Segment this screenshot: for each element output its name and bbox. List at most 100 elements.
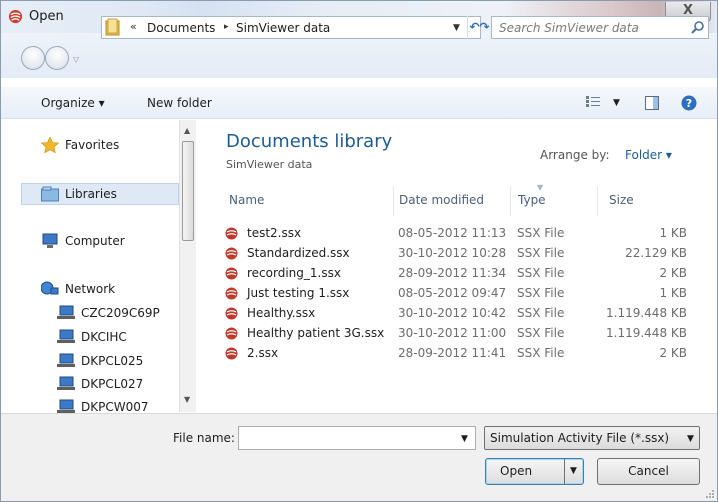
cancel-button-label: Cancel xyxy=(628,464,669,478)
open-dropdown-icon[interactable]: ▼ xyxy=(570,459,577,484)
scroll-up-icon[interactable]: ▲ xyxy=(184,126,190,135)
refresh-icon: ↶↷ xyxy=(469,20,490,34)
svg-text:?: ? xyxy=(686,97,692,110)
network-computer-icon xyxy=(57,376,75,390)
file-type-dropdown-icon[interactable]: ▼ xyxy=(687,434,694,444)
file-row[interactable]: Standardized.ssx 30-10-2012 10:28 SSX File… xyxy=(219,243,709,263)
column-divider[interactable] xyxy=(510,186,511,216)
sort-indicator-icon: ▼ xyxy=(537,183,544,192)
column-header-size[interactable]: Size xyxy=(609,193,634,207)
ssx-file-icon xyxy=(225,267,238,280)
network-icon xyxy=(41,281,59,295)
refresh-button[interactable]: ↶↷ xyxy=(467,16,491,39)
column-divider[interactable] xyxy=(597,186,598,216)
file-type: SSX File xyxy=(517,306,565,320)
view-options-icon[interactable] xyxy=(586,96,600,108)
arrange-by-dropdown[interactable]: Folder ▾ xyxy=(625,148,672,162)
libraries-icon xyxy=(41,186,59,202)
file-row[interactable]: Just testing 1.ssx 08-05-2012 09:47 SSX Fi… xyxy=(219,283,709,303)
network-computer-icon xyxy=(57,305,75,319)
file-name: Just testing 1.ssx xyxy=(247,286,350,300)
ssx-file-icon xyxy=(225,347,238,360)
file-name: Healthy patient 3G.ssx xyxy=(247,326,385,340)
file-date-modified: 08-05-2012 09:47 xyxy=(398,286,507,300)
preview-pane-icon[interactable] xyxy=(645,96,659,110)
library-subtitle: SimViewer data xyxy=(226,158,313,171)
file-date-modified: 28-09-2012 11:41 xyxy=(398,346,507,360)
file-row[interactable]: Healthy.ssx 30-10-2012 10:42 SSX File 1.119… xyxy=(219,303,709,323)
folder-icon xyxy=(105,18,120,36)
file-row[interactable]: recording_1.ssx 28-09-2012 11:34 SSX File 2… xyxy=(219,263,709,283)
breadcrumb-simviewer-data[interactable]: SimViewer data xyxy=(236,21,330,35)
ssx-file-icon xyxy=(225,307,238,320)
new-folder-button[interactable]: New folder xyxy=(147,96,212,110)
computer-icon xyxy=(42,233,58,248)
address-row: ▽ xyxy=(1,33,717,78)
network-computer-icon xyxy=(57,329,75,343)
file-date-modified: 28-09-2012 11:34 xyxy=(398,266,507,280)
file-date-modified: 30-10-2012 10:42 xyxy=(398,306,507,320)
file-row[interactable]: 2.ssx 28-09-2012 11:41 SSX File 2 KB xyxy=(219,343,709,363)
arrange-by-label: Arrange by: xyxy=(540,148,610,162)
open-button[interactable]: Open ▼ xyxy=(485,458,584,485)
ssx-file-icon xyxy=(225,247,238,260)
ssx-file-icon xyxy=(225,287,238,300)
file-date-modified: 30-10-2012 11:00 xyxy=(398,326,507,340)
ssx-file-icon xyxy=(225,327,238,340)
app-icon xyxy=(8,9,23,24)
file-name: test2.ssx xyxy=(247,226,302,240)
file-type: SSX File xyxy=(517,266,565,280)
open-button-label: Open xyxy=(500,464,533,478)
file-name: Healthy.ssx xyxy=(247,306,316,320)
column-divider[interactable] xyxy=(393,186,394,216)
file-name: Standardized.ssx xyxy=(247,246,350,260)
file-type: SSX File xyxy=(517,346,565,360)
column-header-name[interactable]: Name xyxy=(229,193,264,207)
ssx-file-icon xyxy=(225,227,238,240)
file-type: SSX File xyxy=(517,246,565,260)
nav-scrollbar[interactable]: ▲ ▼ xyxy=(179,120,196,412)
command-toolbar: Organize ▾ New folder ▼ ? xyxy=(1,87,717,119)
window-title: Open xyxy=(29,9,64,24)
file-name-label: File name: xyxy=(173,431,235,445)
file-name: recording_1.ssx xyxy=(247,266,341,280)
file-size: 2 KB xyxy=(659,346,687,360)
column-header-date[interactable]: Date modified xyxy=(399,193,484,207)
file-name: 2.ssx xyxy=(247,346,279,360)
back-button[interactable] xyxy=(21,46,45,70)
network-computer-icon xyxy=(57,353,75,367)
file-size: 2 KB xyxy=(659,266,687,280)
view-dropdown-icon[interactable]: ▼ xyxy=(613,98,620,108)
file-date-modified: 08-05-2012 11:13 xyxy=(398,226,507,240)
address-dropdown-icon[interactable]: ▼ xyxy=(453,23,460,33)
file-type-value: Simulation Activity File (*.ssx) xyxy=(490,431,670,445)
breadcrumb-documents[interactable]: Documents xyxy=(147,21,215,35)
open-file-dialog: Open X ▽ « Documents ▸ SimViewer data ▼ … xyxy=(0,0,718,502)
file-date-modified: 30-10-2012 10:28 xyxy=(398,246,507,260)
file-row[interactable]: test2.ssx 08-05-2012 11:13 SSX File 1 KB xyxy=(219,223,709,243)
column-header-type[interactable]: Type xyxy=(518,193,546,207)
file-name-dropdown-icon[interactable]: ▼ xyxy=(461,434,468,444)
breadcrumb-overflow-icon[interactable]: « xyxy=(130,20,137,33)
scroll-thumb[interactable] xyxy=(182,141,194,241)
open-split-divider xyxy=(564,459,565,484)
organize-menu[interactable]: Organize ▾ xyxy=(41,96,105,110)
file-size: 1 KB xyxy=(659,286,687,300)
file-size: 1.119.448 KB xyxy=(606,306,687,320)
library-title: Documents library xyxy=(226,131,393,152)
search-icon[interactable] xyxy=(691,20,705,34)
file-size: 1 KB xyxy=(659,226,687,240)
scroll-down-icon[interactable]: ▼ xyxy=(184,395,190,404)
file-type: SSX File xyxy=(517,326,565,340)
file-row[interactable]: Healthy patient 3G.ssx 30-10-2012 11:00 SS… xyxy=(219,323,709,343)
file-size: 1.119.448 KB xyxy=(606,326,687,340)
breadcrumb-separator-icon[interactable]: ▸ xyxy=(224,22,229,32)
cancel-button[interactable]: Cancel xyxy=(597,458,700,485)
forward-button[interactable] xyxy=(45,46,69,70)
file-type: SSX File xyxy=(517,226,565,240)
resize-grip-icon[interactable] xyxy=(705,489,715,499)
file-type: SSX File xyxy=(517,286,565,300)
help-icon[interactable]: ? xyxy=(681,95,697,111)
file-name-input[interactable] xyxy=(238,426,476,450)
history-dropdown-icon[interactable]: ▽ xyxy=(73,55,83,64)
